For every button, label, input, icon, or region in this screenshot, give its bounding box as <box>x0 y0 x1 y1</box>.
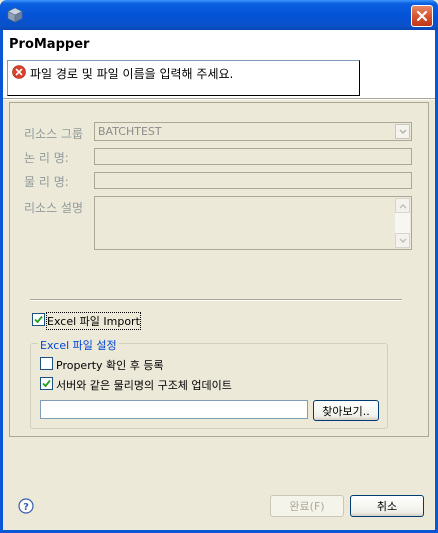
resource-group-label: 리소스 그룹 <box>24 127 84 141</box>
chevron-up-icon <box>399 204 407 209</box>
file-path-input[interactable] <box>40 400 308 419</box>
cancel-button-label: 취소 <box>376 500 398 513</box>
error-icon <box>12 65 26 79</box>
title-bar[interactable] <box>0 0 438 30</box>
scroll-down-button[interactable] <box>395 233 410 248</box>
finish-button-label: 완료(F) <box>289 500 325 513</box>
finish-button[interactable]: 완료(F) <box>270 495 344 517</box>
desc-scrollbar[interactable] <box>395 198 410 248</box>
resource-desc-label: 리소스 설명 <box>24 201 84 215</box>
logical-name-field[interactable] <box>94 148 412 165</box>
dialog-window: ProMapper 파일 경로 및 파일 이름을 입력해 주세요. 리소스 그룹… <box>0 0 438 533</box>
form-panel: 리소스 그룹 BATCHTEST 논 리 명: 물 리 명: 리소스 설명 Ex… <box>9 102 429 437</box>
resource-group-combo[interactable]: BATCHTEST <box>94 122 412 141</box>
dialog-client: ProMapper 파일 경로 및 파일 이름을 입력해 주세요. 리소스 그룹… <box>3 30 435 530</box>
app-cube-icon <box>7 7 23 23</box>
excel-import-checkbox[interactable] <box>32 313 45 326</box>
resource-group-value: BATCHTEST <box>98 125 162 138</box>
header-divider <box>3 98 435 100</box>
physical-name-field[interactable] <box>94 172 412 189</box>
page-title: ProMapper <box>9 37 90 52</box>
property-confirm-checkbox[interactable] <box>40 357 53 370</box>
close-icon <box>416 10 428 22</box>
message-area: 파일 경로 및 파일 이름을 입력해 주세요. <box>7 60 360 96</box>
check-icon <box>42 379 51 388</box>
close-button[interactable] <box>411 5 433 27</box>
cancel-button[interactable]: 취소 <box>350 495 424 517</box>
error-message: 파일 경로 및 파일 이름을 입력해 주세요. <box>30 67 234 81</box>
scroll-up-button[interactable] <box>395 198 410 213</box>
wizard-header: ProMapper 파일 경로 및 파일 이름을 입력해 주세요. <box>3 30 435 98</box>
svg-text:?: ? <box>23 502 29 513</box>
browse-button-label: 찾아보기.. <box>322 404 370 418</box>
browse-button[interactable]: 찾아보기.. <box>313 400 379 421</box>
resource-desc-textarea[interactable] <box>94 196 412 250</box>
help-icon[interactable]: ? <box>18 498 34 514</box>
update-struct-checkbox[interactable] <box>40 377 53 390</box>
chevron-down-icon <box>399 238 407 243</box>
section-divider <box>30 299 402 301</box>
check-icon <box>34 315 43 324</box>
excel-settings-title: Excel 파일 설정 <box>38 337 119 353</box>
chevron-down-icon <box>399 129 407 135</box>
logical-name-label: 논 리 명: <box>24 151 69 165</box>
combo-dropdown-button[interactable] <box>395 124 410 139</box>
excel-import-label[interactable]: Excel 파일 Import <box>46 312 141 330</box>
physical-name-label: 물 리 명: <box>24 175 69 189</box>
property-confirm-label[interactable]: Property 확인 후 등록 <box>56 357 164 373</box>
update-struct-label[interactable]: 서버와 같은 물리명의 구조체 업데이트 <box>56 377 232 393</box>
